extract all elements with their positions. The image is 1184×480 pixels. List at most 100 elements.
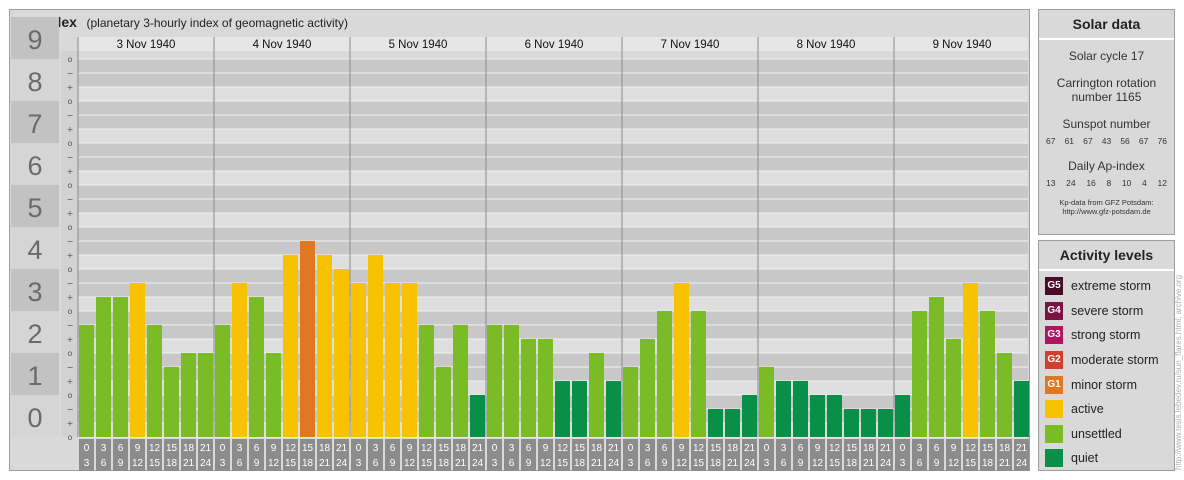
kp-bar [980, 311, 995, 437]
kp-bar [385, 282, 400, 437]
sub-tick-label: − [67, 69, 74, 78]
interval-start: 15 [166, 443, 178, 454]
kp-bar [96, 297, 111, 437]
interval-start: 15 [710, 443, 722, 454]
interval-start: 9 [815, 443, 821, 454]
interval-start: 6 [390, 443, 396, 454]
kp-bar [198, 353, 213, 437]
interval-start: 18 [183, 443, 195, 454]
legend-item: quiet [1039, 446, 1174, 471]
legend-label: active [1071, 402, 1104, 417]
activity-levels-panel: Activity levels G5 extreme storm G4 severe … [1038, 240, 1175, 471]
legend-label: quiet [1071, 451, 1099, 466]
interval-start: 15 [846, 443, 858, 454]
sunspot-value: 67 [1046, 136, 1056, 146]
kp-bar [487, 324, 502, 437]
sunspot-value: 43 [1101, 136, 1112, 146]
interval-end: 18 [846, 458, 858, 469]
kp-bar [181, 353, 196, 437]
kp-bar [674, 282, 689, 437]
interval-end: 12 [812, 458, 824, 469]
y-axis-label: 4 [27, 235, 42, 265]
interval-end: 6 [373, 458, 379, 469]
sub-tick-label: o [68, 223, 73, 232]
kp-bar [912, 311, 927, 437]
legend-swatch: G2 [1045, 351, 1063, 370]
interval-end: 24 [608, 458, 620, 469]
watermark: http://www.tesis.lebedev.ru/sun_flares.h… [1174, 274, 1183, 470]
interval-start: 15 [574, 443, 586, 454]
interval-end: 12 [948, 458, 960, 469]
kp-bar [79, 324, 94, 437]
interval-end: 9 [254, 458, 260, 469]
sunspot-value: 56 [1120, 136, 1130, 146]
y-axis-label: 2 [27, 319, 42, 349]
interval-start: 0 [764, 443, 770, 454]
sub-tick-label: + [67, 167, 74, 176]
carrington-rotation: Carrington rotation number 1165 [1056, 76, 1157, 104]
sub-tick-label: − [67, 405, 74, 414]
kp-band-light [78, 255, 1028, 269]
solar-cycle: Solar cycle 17 [1068, 49, 1145, 63]
kp-bar [164, 366, 179, 437]
interval-end: 24 [472, 458, 484, 469]
interval-end: 12 [540, 458, 552, 469]
interval-end: 21 [727, 458, 739, 469]
interval-end: 15 [965, 458, 977, 469]
sub-tick-label: o [68, 349, 73, 358]
interval-end: 3 [220, 458, 226, 469]
kp-band-light [78, 213, 1028, 227]
interval-end: 21 [999, 458, 1011, 469]
y-axis-label: 9 [27, 25, 42, 55]
interval-end: 18 [166, 458, 178, 469]
legend-item: G1 minor storm [1039, 372, 1174, 397]
y-axis-label: 5 [27, 193, 42, 223]
kp-bar [113, 297, 128, 437]
interval-start: 0 [356, 443, 362, 454]
sub-tick-label: o [68, 265, 73, 274]
sub-tick-label: + [67, 377, 74, 386]
interval-start: 0 [492, 443, 498, 454]
interval-start: 12 [421, 443, 433, 454]
legend-item: G2 moderate storm [1039, 348, 1174, 373]
solar-data-title: Solar data [1039, 10, 1174, 40]
legend-item: G4 severe storm [1039, 299, 1174, 324]
kp-bar [572, 381, 587, 437]
interval-end: 18 [574, 458, 586, 469]
kp-bar [368, 255, 383, 437]
sub-tick-label: o [68, 181, 73, 190]
y-axis-label: 7 [27, 109, 42, 139]
interval-end: 3 [628, 458, 634, 469]
interval-start: 6 [254, 443, 260, 454]
day-label: 7 Nov 1940 [661, 39, 720, 51]
kp-bar [725, 408, 740, 437]
interval-start: 12 [693, 443, 705, 454]
interval-end: 12 [404, 458, 416, 469]
sub-tick-label: + [67, 209, 74, 218]
interval-start: 21 [608, 443, 620, 454]
y-axis-label: 0 [27, 403, 42, 433]
sub-tick-label: o [68, 139, 73, 148]
interval-end: 18 [710, 458, 722, 469]
legend-label: minor storm [1071, 377, 1137, 392]
interval-start: 3 [917, 443, 923, 454]
interval-end: 18 [302, 458, 314, 469]
interval-end: 3 [764, 458, 770, 469]
interval-end: 6 [237, 458, 243, 469]
legend-label: moderate storm [1071, 353, 1159, 368]
interval-end: 15 [557, 458, 569, 469]
y-axis-label: 1 [27, 361, 42, 391]
interval-end: 3 [492, 458, 498, 469]
kp-bar [861, 408, 876, 437]
sunspot-value: 67 [1138, 136, 1149, 146]
sunspot-values: 67 61 67 43 56 67 76 [1039, 136, 1174, 146]
kp-band-light [78, 171, 1028, 185]
interval-start: 18 [999, 443, 1011, 454]
interval-start: 15 [982, 443, 994, 454]
y-axis-label: 8 [27, 67, 42, 97]
kp-bar [929, 297, 944, 437]
legend-swatch [1045, 424, 1063, 443]
kp-bar [334, 269, 349, 437]
interval-end: 9 [934, 458, 940, 469]
interval-start: 9 [407, 443, 413, 454]
